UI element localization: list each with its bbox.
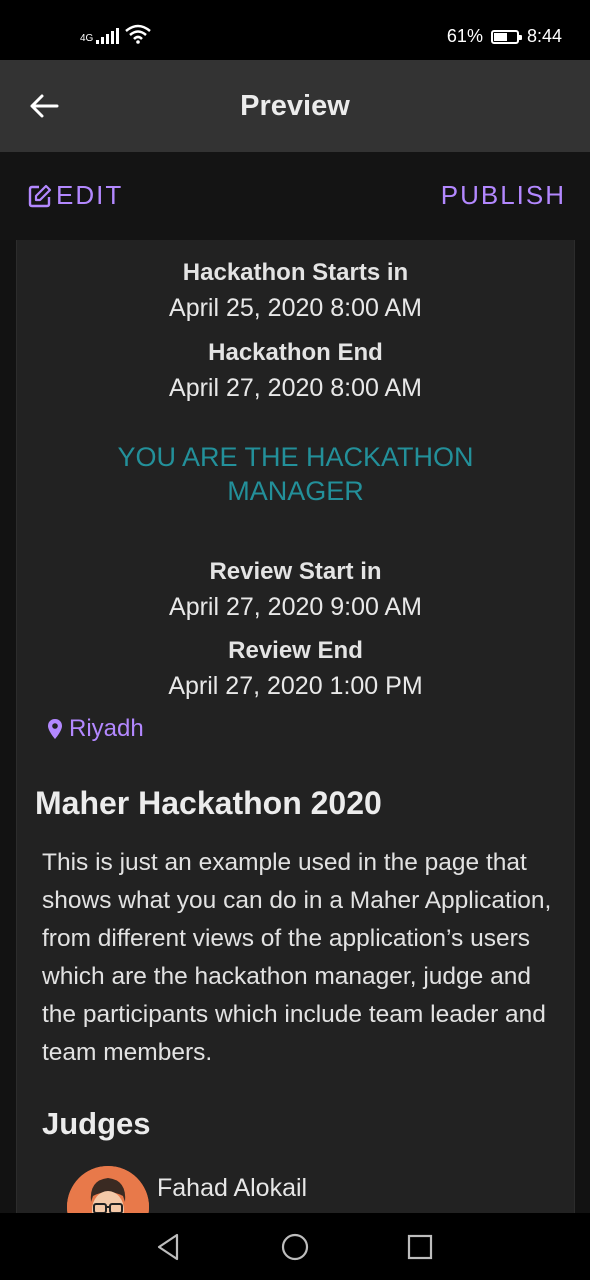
- app-bar: Preview: [0, 60, 590, 152]
- network-type: 4G: [80, 33, 94, 44]
- battery-percent: 61%: [446, 26, 483, 46]
- status-left-group: 4G: [80, 24, 152, 44]
- edit-button[interactable]: EDIT: [28, 180, 123, 211]
- battery-icon: [490, 29, 522, 44]
- review-end-date: April 27, 2020 1:00 PM: [168, 672, 423, 700]
- event-title: Maher Hackathon 2020: [35, 785, 382, 821]
- circle-home-icon: [281, 1233, 309, 1261]
- hackathon-start-label: Hackathon Starts in: [182, 259, 409, 286]
- review-end-label: Review End: [228, 637, 363, 664]
- wifi-icon: [125, 24, 152, 44]
- review-end-block: Review End April 27, 2020 1:00 PM: [17, 634, 574, 704]
- status-right-group: 61% 8:44: [447, 26, 562, 47]
- nav-back-button[interactable]: [153, 1231, 185, 1263]
- avatar: [67, 1166, 149, 1215]
- review-start-date: April 27, 2020 9:00 AM: [169, 593, 422, 621]
- hackathon-preview-card: Hackathon Starts in April 25, 2020 8:00 …: [16, 240, 575, 1215]
- judge-name: Fahad Alokail: [157, 1174, 308, 1202]
- review-start-block: Review Start in April 27, 2020 9:00 AM: [17, 555, 574, 625]
- square-recents-icon: [407, 1234, 433, 1260]
- judges-heading: Judges: [42, 1106, 151, 1141]
- nav-home-button[interactable]: [279, 1231, 311, 1263]
- location-text: Riyadh: [69, 715, 144, 742]
- triangle-back-icon: [157, 1233, 179, 1261]
- edit-square-icon: [28, 184, 52, 207]
- judge-avatar-illustration: [67, 1166, 149, 1215]
- action-row: EDIT PUBLISH: [0, 152, 590, 240]
- clock: 8:44: [526, 26, 562, 46]
- battery-fill: [493, 32, 507, 41]
- hackathon-start-date: April 25, 2020 8:00 AM: [169, 294, 422, 322]
- system-navigation-bar: [0, 1213, 590, 1280]
- review-start-label: Review Start in: [209, 558, 382, 585]
- hackathon-end-block: Hackathon End April 27, 2020 8:00 AM: [17, 336, 574, 406]
- hackathon-start-block: Hackathon Starts in April 25, 2020 8:00 …: [17, 256, 574, 326]
- event-description: This is just an example used in the page…: [42, 849, 552, 1066]
- nav-recents-button[interactable]: [404, 1231, 436, 1263]
- page-title: Preview: [240, 90, 350, 122]
- edit-label: EDIT: [56, 180, 124, 210]
- location[interactable]: Riyadh: [47, 715, 144, 743]
- hackathon-end-date: April 27, 2020 8:00 AM: [169, 374, 422, 402]
- status-bar: 4G 61% 8:44: [0, 0, 590, 60]
- publish-button[interactable]: PUBLISH: [441, 180, 566, 211]
- manager-role-note: YOU ARE THE HACKATHON MANAGER: [117, 442, 474, 506]
- hackathon-end-label: Hackathon End: [208, 339, 383, 366]
- signal-icon: [96, 28, 120, 44]
- map-pin-icon: [48, 719, 62, 739]
